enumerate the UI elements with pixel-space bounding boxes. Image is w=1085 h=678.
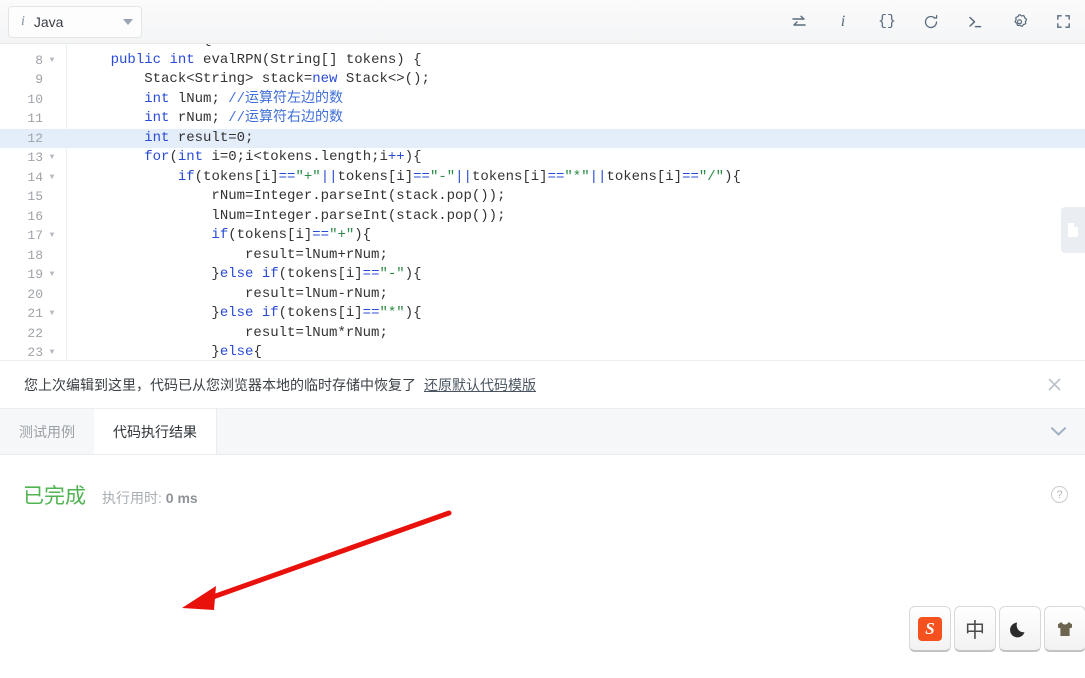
code-line[interactable]: 21 ▼ }else if(tokens[i]=="*"){ xyxy=(0,304,1085,324)
line-number: 22▼ xyxy=(0,323,62,343)
code-line[interactable]: 13 ▼ for(int i=0;i<tokens.length;i++){ xyxy=(0,148,1085,168)
tab-testcase[interactable]: 测试用例 xyxy=(0,409,94,454)
tab-execution-result[interactable]: 代码执行结果 xyxy=(94,409,217,454)
code-text[interactable]: }else if(tokens[i]=="*"){ xyxy=(62,304,1085,324)
line-number: 9▼ xyxy=(0,70,62,90)
line-number: 8 ▼ xyxy=(0,50,62,71)
code-text[interactable]: int rNum; //运算符右边的数 xyxy=(62,109,1085,129)
line-number: 21 ▼ xyxy=(0,304,62,324)
code-line[interactable]: 20▼ result=lNum-rNum; xyxy=(0,284,1085,305)
info-icon[interactable]: i xyxy=(821,0,865,44)
language-label: Java xyxy=(33,13,64,30)
status-row: 已完成 执行用时: 0 ms xyxy=(0,480,198,510)
status-badge: 已完成 xyxy=(23,485,86,508)
code-text[interactable]: result=lNum*rNum; xyxy=(62,324,1085,344)
line-number: 19 ▼ xyxy=(0,265,62,285)
chevron-down-icon xyxy=(123,18,133,25)
code-text[interactable]: result=lNum+rNum; xyxy=(62,246,1085,266)
code-text[interactable]: }else{ xyxy=(62,343,1085,360)
code-text[interactable]: if(tokens[i]=="+"){ xyxy=(62,226,1085,246)
moon-icon[interactable] xyxy=(999,606,1041,652)
code-line[interactable]: 12▼ int result=0; xyxy=(0,128,1085,148)
code-line[interactable]: 9▼ Stack<String> stack=new Stack<>(); xyxy=(0,70,1085,90)
language-selector[interactable]: i Java xyxy=(8,5,142,38)
info-italic-icon: i xyxy=(21,13,25,29)
console-icon[interactable] xyxy=(953,0,997,44)
code-line[interactable]: 17 ▼ if(tokens[i]=="+"){ xyxy=(0,226,1085,246)
line-number: 10▼ xyxy=(0,89,62,109)
toolbar-icon-group: i {} xyxy=(777,0,1085,44)
code-text[interactable]: rNum=Integer.parseInt(stack.pop()); xyxy=(62,187,1085,207)
line-number: 11▼ xyxy=(0,109,62,129)
leetcode-editor-page: i Java i {} 8 ▼ public int evalRPN(Strin… xyxy=(0,0,1085,678)
format-swap-icon[interactable] xyxy=(777,0,821,44)
chinese-mode-icon[interactable]: 中 xyxy=(954,606,996,652)
code-line[interactable]: 23 ▼ }else{ xyxy=(0,343,1085,360)
question-mark-icon[interactable]: ? xyxy=(1051,486,1068,503)
sogou-s-glyph: S xyxy=(918,616,942,641)
fold-arrow-icon[interactable]: ▼ xyxy=(46,343,58,360)
line-number: 20▼ xyxy=(0,284,62,304)
code-text[interactable]: for(int i=0;i<tokens.length;i++){ xyxy=(62,148,1085,168)
code-text[interactable]: result=lNum-rNum; xyxy=(62,285,1085,305)
code-line[interactable]: 16▼ lNum=Integer.parseInt(stack.pop()); xyxy=(0,206,1085,227)
code-text[interactable]: }else if(tokens[i]=="-"){ xyxy=(62,265,1085,285)
line-number: 16▼ xyxy=(0,206,62,226)
code-text[interactable]: if(tokens[i]=="+"||tokens[i]=="-"||token… xyxy=(62,168,1085,188)
code-text[interactable]: int lNum; //运算符左边的数 xyxy=(62,90,1085,110)
line-number: 12▼ xyxy=(0,128,62,148)
code-line[interactable]: 14 ▼ if(tokens[i]=="+"||tokens[i]=="-"||t… xyxy=(0,167,1085,188)
notification-text: 您上次编辑到这里，代码已从您浏览器本地的临时存储中恢复了 xyxy=(24,376,416,393)
ime-floating-bar: S 中 xyxy=(909,606,1085,652)
code-text[interactable]: int result=0; xyxy=(62,128,1085,148)
line-number: 18▼ xyxy=(0,245,62,265)
note-page-icon[interactable] xyxy=(1061,207,1085,253)
fold-arrow-icon[interactable]: ▼ xyxy=(46,148,58,168)
code-text[interactable]: public int evalRPN(String[] tokens) { xyxy=(62,51,1085,71)
chinese-mode-glyph: 中 xyxy=(965,620,985,642)
skin-icon[interactable] xyxy=(1044,606,1085,652)
reset-icon[interactable] xyxy=(909,0,953,44)
result-tabs: 测试用例 代码执行结果 xyxy=(0,409,1085,455)
line-number: 23 ▼ xyxy=(0,343,62,360)
fold-arrow-icon[interactable]: ▼ xyxy=(46,304,58,324)
code-text[interactable]: Stack<String> stack=new Stack<>(); xyxy=(62,70,1085,90)
line-number: 14 ▼ xyxy=(0,167,62,188)
close-icon[interactable] xyxy=(1041,372,1067,398)
runtime-value: 0 ms xyxy=(165,490,198,506)
code-text[interactable]: lNum=Integer.parseInt(stack.pop()); xyxy=(62,207,1085,227)
fold-arrow-icon[interactable]: ▼ xyxy=(46,168,58,188)
code-line[interactable]: 11▼ int rNum; //运算符右边的数 xyxy=(0,109,1085,129)
chevron-down-icon[interactable] xyxy=(1050,409,1067,454)
code-line[interactable]: 15▼ rNum=Integer.parseInt(stack.pop()); xyxy=(0,187,1085,207)
fold-arrow-icon[interactable]: ▼ xyxy=(46,265,58,285)
sogou-logo-icon[interactable]: S xyxy=(909,606,951,652)
code-line[interactable]: 10▼ int lNum; //运算符左边的数 xyxy=(0,89,1085,110)
code-line[interactable]: 19 ▼ }else if(tokens[i]=="-"){ xyxy=(0,265,1085,285)
fold-arrow-icon[interactable]: ▼ xyxy=(46,51,58,71)
runtime-label: 执行用时: xyxy=(102,490,162,506)
code-line[interactable]: 22▼ result=lNum*rNum; xyxy=(0,323,1085,344)
code-line[interactable]: 8 ▼ public int evalRPN(String[] tokens) { xyxy=(0,50,1085,71)
line-number: 15▼ xyxy=(0,187,62,207)
line-number: 17 ▼ xyxy=(0,226,62,246)
gear-icon[interactable] xyxy=(997,0,1041,44)
code-line[interactable]: 18▼ result=lNum+rNum; xyxy=(0,245,1085,266)
fold-arrow-icon[interactable]: ▼ xyxy=(46,226,58,246)
fullscreen-icon[interactable] xyxy=(1041,0,1085,44)
restore-notification-bar: 您上次编辑到这里，代码已从您浏览器本地的临时存储中恢复了 还原默认代码模版 xyxy=(0,360,1085,409)
braces-icon[interactable]: {} xyxy=(865,0,909,44)
code-editor[interactable]: 7▼class Solution {8▼ public int evalRPN(… xyxy=(0,44,1085,360)
code-lines[interactable]: 7▼class Solution {8▼ public int evalRPN(… xyxy=(0,44,1085,360)
runtime-text: 执行用时: 0 ms xyxy=(102,488,198,508)
line-number: 13 ▼ xyxy=(0,148,62,168)
editor-toolbar: i Java i {} xyxy=(0,0,1085,44)
restore-default-template-link[interactable]: 还原默认代码模版 xyxy=(424,375,536,395)
